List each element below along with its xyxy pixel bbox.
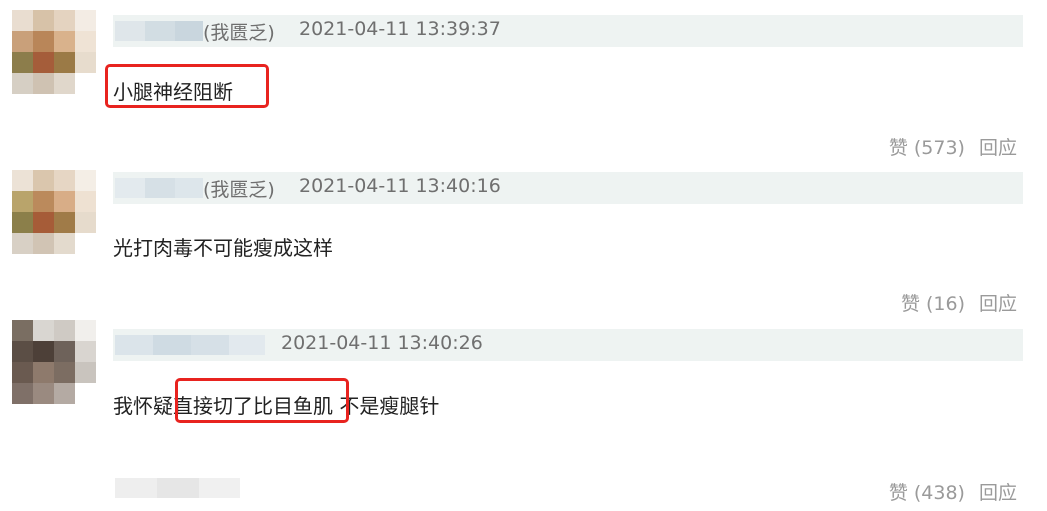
- reply-button[interactable]: 回应: [979, 482, 1017, 504]
- comment-actions: 赞 (16) 回应: [901, 289, 1017, 316]
- username-blurred[interactable]: [115, 21, 203, 41]
- comment-actions: 赞 (573) 回应: [889, 133, 1017, 160]
- username-blurred[interactable]: [115, 335, 265, 355]
- highlight-box: [175, 378, 349, 423]
- avatar[interactable]: [12, 320, 96, 404]
- username-blurred[interactable]: [115, 178, 203, 198]
- comment-actions: 赞 (438) 回应: [889, 478, 1017, 505]
- user-tag: (我匮乏): [203, 179, 275, 201]
- avatar[interactable]: [12, 10, 96, 94]
- timestamp: 2021-04-11 13:39:37: [299, 18, 501, 40]
- like-button[interactable]: 赞 (438): [889, 482, 965, 504]
- timestamp: 2021-04-11 13:40:26: [281, 332, 483, 354]
- comment-header: (我匮乏) 2021-04-11 13:39:37: [113, 15, 1023, 47]
- comment-text-before: 我怀疑: [113, 394, 173, 418]
- like-button[interactable]: 赞 (16): [901, 293, 965, 315]
- username-blurred[interactable]: [115, 478, 240, 498]
- highlight-box: [105, 64, 269, 108]
- comment-header: (我匮乏) 2021-04-11 13:40:16: [113, 172, 1023, 204]
- user-tag: (我匮乏): [203, 22, 275, 44]
- comment-text: 光打肉毒不可能瘦成这样: [113, 236, 333, 260]
- timestamp: 2021-04-11 13:40:16: [299, 175, 501, 197]
- reply-button[interactable]: 回应: [979, 293, 1017, 315]
- reply-button[interactable]: 回应: [979, 137, 1017, 159]
- comment-header: 2021-04-11 13:40:26: [113, 329, 1023, 361]
- avatar[interactable]: [12, 170, 96, 254]
- like-button[interactable]: 赞 (573): [889, 137, 965, 159]
